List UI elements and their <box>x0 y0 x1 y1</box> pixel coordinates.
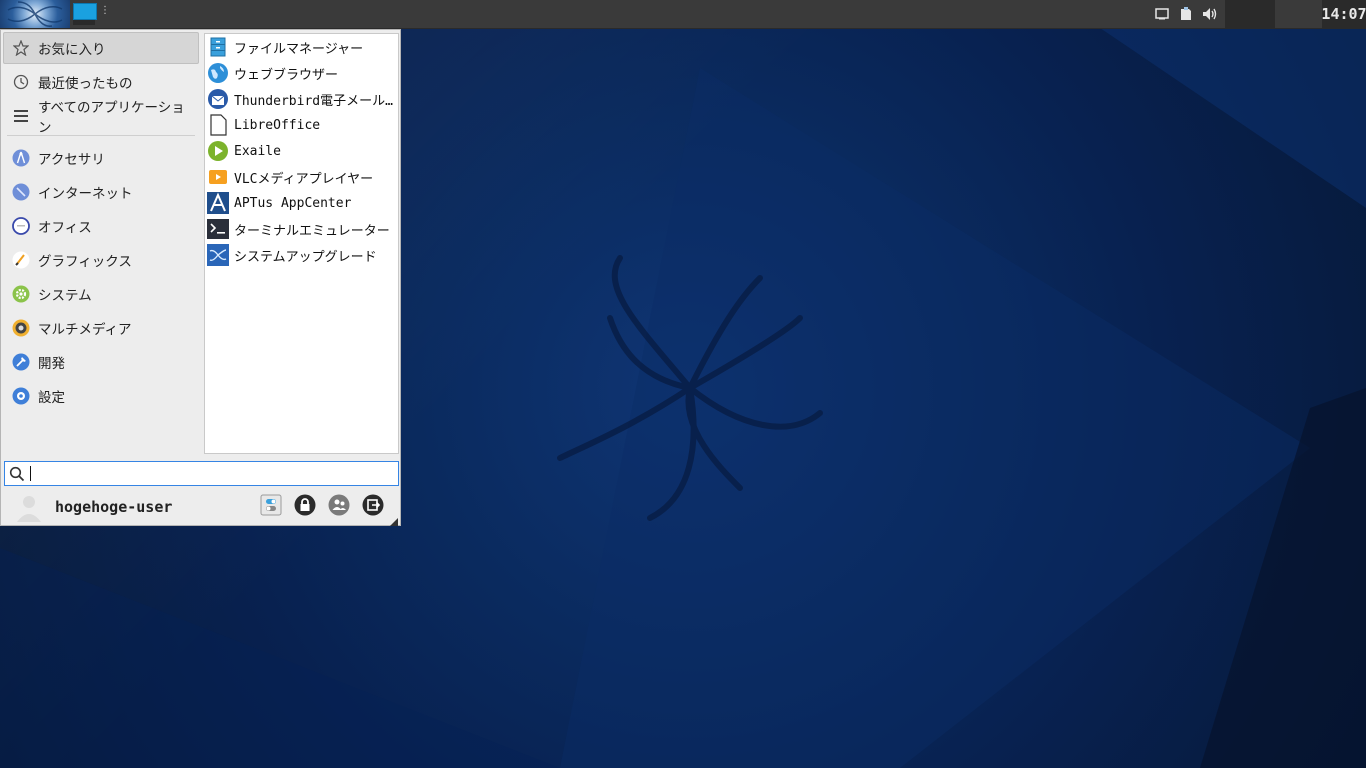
category-label: オフィス <box>38 220 92 236</box>
search-icon <box>5 466 29 482</box>
accessories-icon <box>12 149 30 167</box>
app-aptus-appcenter[interactable]: APTus AppCenter <box>205 190 398 216</box>
category-label: システム <box>38 288 92 304</box>
applications-menu-button[interactable] <box>0 0 70 28</box>
system-gear-icon <box>12 285 30 303</box>
whisker-menu: お気に入り 最近使ったもの すべてのアプリケーション アクセサリ インターネット… <box>0 29 401 526</box>
app-exaile[interactable]: Exaile <box>205 138 398 164</box>
exaile-icon <box>207 140 229 162</box>
app-web-browser[interactable]: ウェブブラウザー <box>205 60 398 86</box>
category-label: 最近使ったもの <box>38 76 133 92</box>
multimedia-icon <box>12 319 30 337</box>
category-internet[interactable]: インターネット <box>3 176 199 208</box>
category-system[interactable]: システム <box>3 278 199 310</box>
system-upgrade-icon <box>207 244 229 266</box>
menu-resize-grip[interactable] <box>390 515 398 526</box>
app-label: APTus AppCenter <box>234 195 352 211</box>
panel-handle[interactable]: ⋮ <box>100 6 110 16</box>
category-label: お気に入り <box>38 42 106 58</box>
category-multimedia[interactable]: マルチメディア <box>3 312 199 344</box>
settings-manager-button[interactable] <box>259 494 283 520</box>
application-list: ファイルマネージャー ウェブブラウザー Thunderbird電子メール… Li… <box>204 33 399 454</box>
category-office[interactable]: オフィス <box>3 210 199 242</box>
switch-user-button[interactable] <box>327 494 351 520</box>
aptus-icon <box>207 192 229 214</box>
star-icon <box>12 39 30 57</box>
app-label: ターミナルエミュレーター <box>234 223 390 239</box>
avatar <box>15 492 43 522</box>
system-tray <box>1150 0 1222 28</box>
app-label: ウェブブラウザー <box>234 67 339 83</box>
lock-screen-button[interactable] <box>293 494 317 520</box>
libreoffice-icon <box>207 114 229 136</box>
category-label: 設定 <box>38 390 65 406</box>
graphics-icon <box>12 251 30 269</box>
category-all-applications[interactable]: すべてのアプリケーション <box>3 100 199 136</box>
internet-icon <box>12 183 30 201</box>
app-label: ファイルマネージャー <box>234 41 364 57</box>
category-recent[interactable]: 最近使ったもの <box>3 66 199 98</box>
lock-screen-icon <box>294 494 316 520</box>
web-browser-icon <box>207 62 229 84</box>
top-panel: ⋮ 14:07 <box>0 0 1366 29</box>
app-label: LibreOffice <box>234 117 321 133</box>
category-label: すべてのアプリケーション <box>37 100 185 136</box>
clipboard-icon[interactable] <box>1177 5 1195 23</box>
workspace-1[interactable] <box>73 3 97 20</box>
app-terminal[interactable]: ターミナルエミュレーター <box>205 216 398 242</box>
list-icon <box>12 107 30 125</box>
terminal-icon <box>207 218 229 240</box>
app-system-upgrade[interactable]: システムアップグレード <box>205 242 398 268</box>
app-label: Exaile <box>234 143 281 159</box>
app-label: システムアップグレード <box>234 249 377 265</box>
user-bar: hogehoge-user <box>1 490 400 526</box>
category-label: インターネット <box>38 186 133 202</box>
app-file-manager[interactable]: ファイルマネージャー <box>205 34 398 60</box>
search-field[interactable] <box>4 461 399 486</box>
notification-area[interactable] <box>1225 0 1275 28</box>
category-label: マルチメディア <box>38 322 132 338</box>
switch-user-icon <box>328 494 350 520</box>
app-label: VLCメディアプレイヤー <box>234 171 374 187</box>
category-settings[interactable]: 設定 <box>3 380 199 412</box>
app-libreoffice[interactable]: LibreOffice <box>205 112 398 138</box>
settings-icon <box>12 387 30 405</box>
thunderbird-icon <box>207 88 229 110</box>
search-input[interactable] <box>31 463 398 484</box>
display-icon[interactable] <box>1153 5 1171 23</box>
category-favorites[interactable]: お気に入り <box>3 32 199 64</box>
clock-icon <box>12 73 30 91</box>
category-graphics[interactable]: グラフィックス <box>3 244 199 276</box>
vlc-icon <box>207 166 229 188</box>
app-thunderbird[interactable]: Thunderbird電子メール… <box>205 86 398 112</box>
category-label: グラフィックス <box>38 254 132 270</box>
category-list: お気に入り 最近使ったもの すべてのアプリケーション アクセサリ インターネット… <box>3 32 199 414</box>
log-out-button[interactable] <box>361 494 385 520</box>
app-vlc[interactable]: VLCメディアプレイヤー <box>205 164 398 190</box>
office-icon <box>12 217 30 235</box>
log-out-icon <box>362 494 384 520</box>
category-development[interactable]: 開発 <box>3 346 199 378</box>
development-icon <box>12 353 30 371</box>
workspace-switcher[interactable] <box>73 3 97 25</box>
category-label: 開発 <box>38 356 65 372</box>
category-accessories[interactable]: アクセサリ <box>3 142 199 174</box>
workspace-2[interactable] <box>73 20 95 25</box>
file-manager-icon <box>207 36 229 58</box>
category-label: アクセサリ <box>38 152 105 168</box>
volume-icon[interactable] <box>1201 5 1219 23</box>
clock[interactable]: 14:07 <box>1321 0 1366 28</box>
settings-manager-icon <box>260 494 282 520</box>
username-label: hogehoge-user <box>55 498 173 516</box>
app-label: Thunderbird電子メール… <box>234 93 393 109</box>
